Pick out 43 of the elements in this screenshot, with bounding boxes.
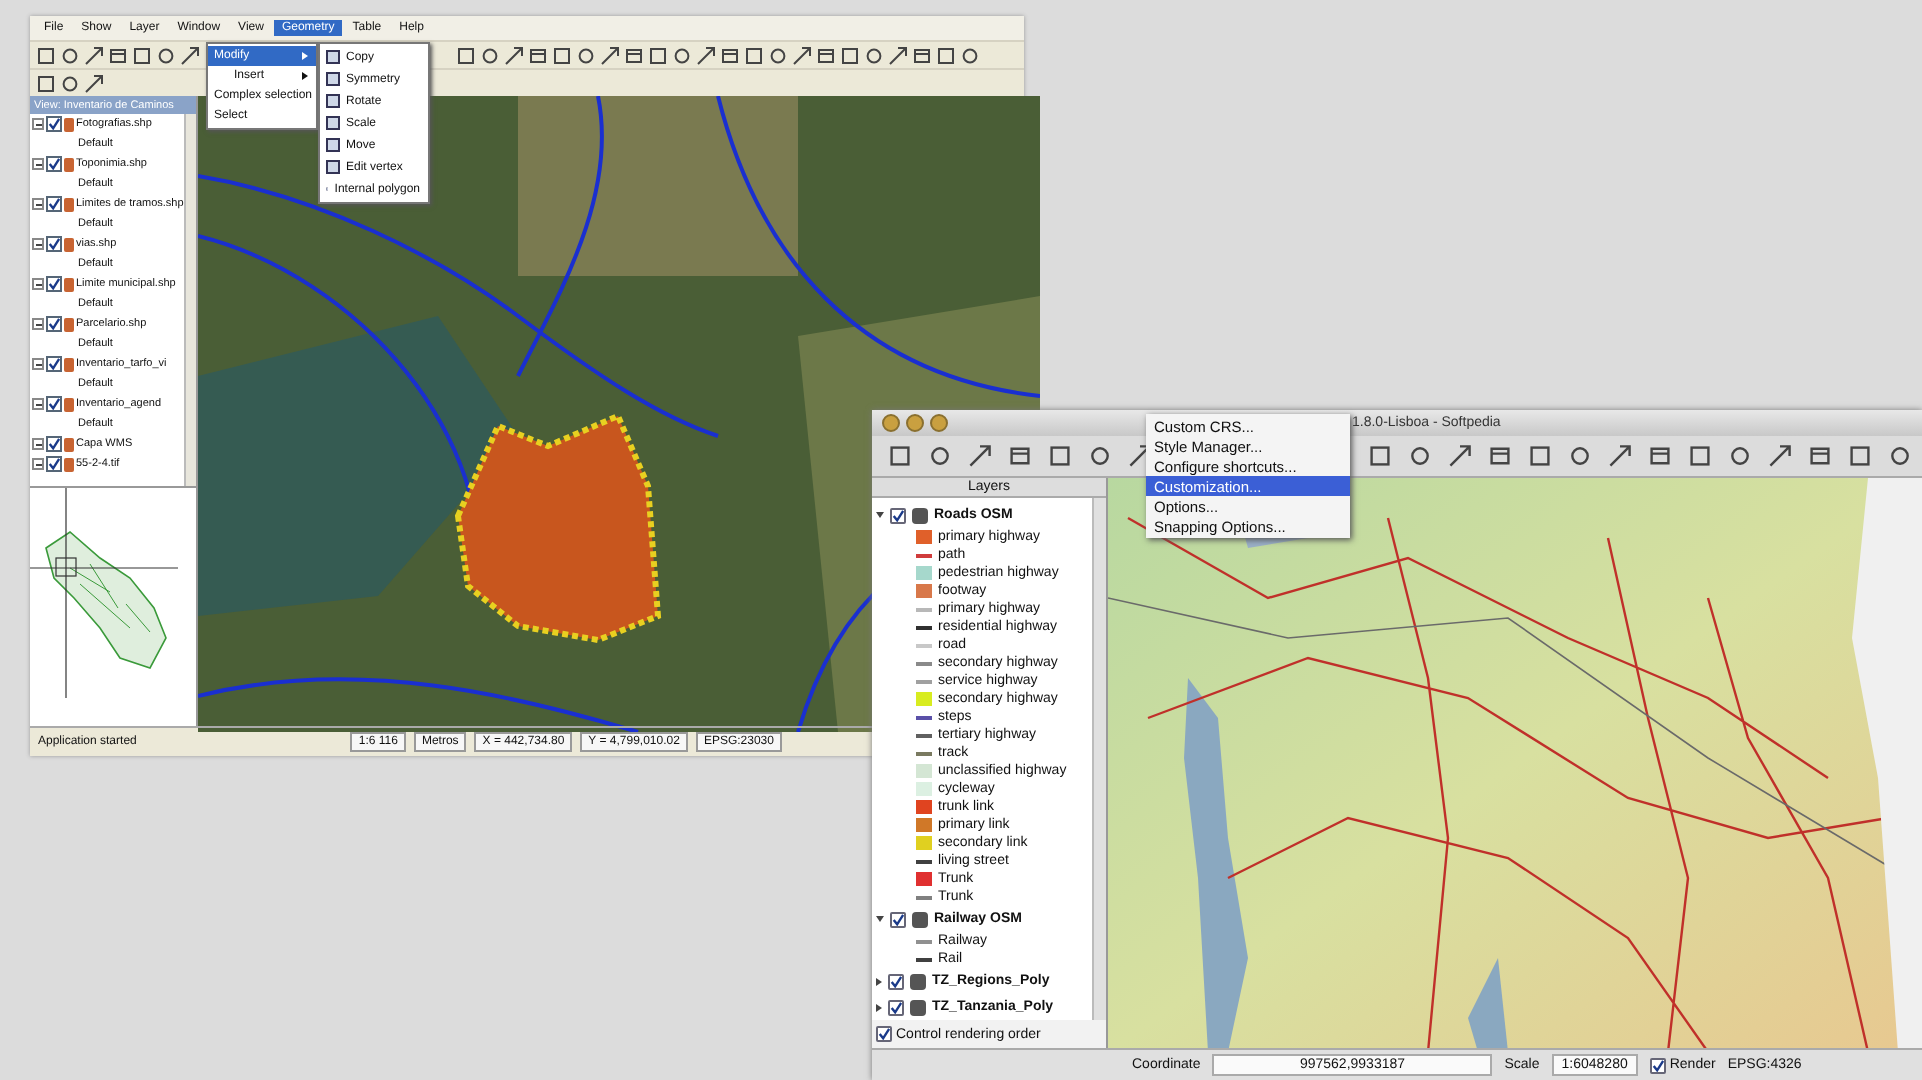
- checkbox[interactable]: [46, 316, 62, 332]
- checkbox[interactable]: [890, 911, 906, 927]
- checkbox[interactable]: [1649, 1057, 1666, 1073]
- layer-icon: [64, 157, 74, 171]
- checkbox[interactable]: [46, 436, 62, 452]
- layer-icon: [912, 911, 928, 927]
- checkbox[interactable]: [46, 356, 62, 372]
- layer-icon: [64, 317, 74, 331]
- layer-icon: [912, 507, 928, 523]
- expand-arrow-icon[interactable]: [876, 977, 882, 985]
- scrollbar[interactable]: [1092, 498, 1106, 1020]
- zoom-button[interactable]: [930, 414, 948, 432]
- collapse-icon[interactable]: [32, 318, 44, 330]
- checkbox[interactable]: [46, 276, 62, 292]
- collapse-icon[interactable]: [32, 358, 44, 370]
- layer-icon: [64, 397, 74, 411]
- checkbox[interactable]: [46, 456, 62, 472]
- checkbox[interactable]: [888, 999, 904, 1015]
- expand-arrow-icon[interactable]: [876, 916, 884, 922]
- checkbox[interactable]: [876, 1026, 892, 1042]
- checkbox[interactable]: [46, 196, 62, 212]
- expand-arrow-icon[interactable]: [876, 1003, 882, 1011]
- layer-icon: [64, 117, 74, 131]
- checkbox[interactable]: [890, 507, 906, 523]
- layer-icon: [64, 277, 74, 291]
- close-button[interactable]: [882, 414, 900, 432]
- collapse-icon[interactable]: [32, 158, 44, 170]
- scrollbar[interactable]: [183, 114, 196, 486]
- expand-arrow-icon[interactable]: [876, 512, 884, 518]
- collapse-icon[interactable]: [32, 238, 44, 250]
- layer-icon: [64, 357, 74, 371]
- layer-icon: [64, 197, 74, 211]
- collapse-icon[interactable]: [32, 398, 44, 410]
- checkbox[interactable]: [888, 973, 904, 989]
- layer-icon: [64, 237, 74, 251]
- collapse-icon[interactable]: [32, 118, 44, 130]
- collapse-icon[interactable]: [32, 278, 44, 290]
- checkbox[interactable]: [46, 396, 62, 412]
- checkbox[interactable]: [46, 116, 62, 132]
- collapse-icon[interactable]: [32, 198, 44, 210]
- minimize-button[interactable]: [906, 414, 924, 432]
- checkbox[interactable]: [46, 236, 62, 252]
- checkbox[interactable]: [46, 156, 62, 172]
